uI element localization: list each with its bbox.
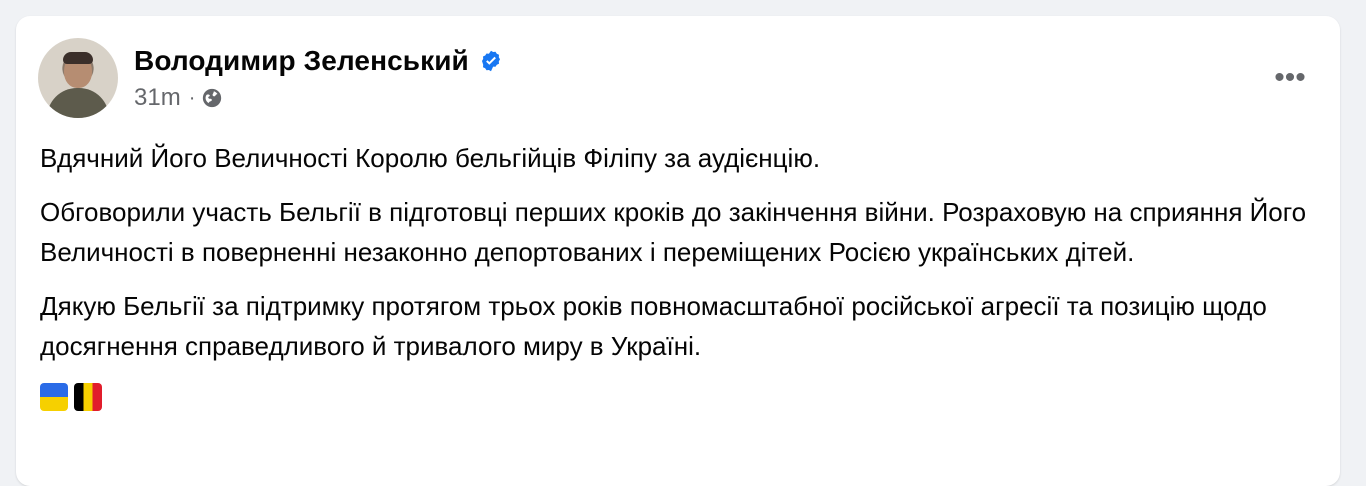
author-name[interactable]: Володимир Зеленський	[134, 45, 469, 77]
avatar-shirt	[47, 88, 109, 118]
avatar[interactable]	[38, 38, 118, 118]
post-card: Володимир Зеленський 31m · ••• Вдячний Й…	[16, 16, 1340, 486]
post-content: Вдячний Його Величності Королю бельгійці…	[40, 138, 1310, 414]
post-time[interactable]: 31m	[134, 84, 181, 112]
more-options-button[interactable]: •••	[1268, 60, 1312, 96]
time-row: 31m ·	[134, 83, 503, 113]
post-paragraph-3: Дякую Бельгії за підтримку протягом трьо…	[40, 291, 1267, 361]
post-paragraph-1: Вдячний Його Величності Королю бельгійці…	[40, 143, 821, 173]
flag-ukraine-icon	[40, 383, 68, 411]
post-meta: Володимир Зеленський 31m ·	[134, 43, 503, 113]
verified-badge-icon	[479, 49, 503, 73]
post-paragraph-2: Обговорили участь Бельгії в підготовці п…	[40, 197, 1307, 267]
post-header: Володимир Зеленський 31m ·	[38, 38, 503, 118]
more-horizontal-icon: •••	[1274, 61, 1306, 94]
globe-icon	[201, 87, 223, 109]
name-row: Володимир Зеленський	[134, 43, 503, 79]
emoji-row	[40, 380, 1310, 414]
separator-dot: ·	[188, 87, 196, 109]
avatar-hair	[63, 52, 93, 64]
flag-belgium-icon	[74, 383, 102, 411]
